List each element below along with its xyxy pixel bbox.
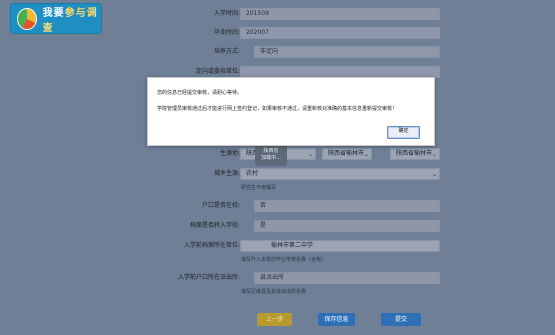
logo-text: 我要参与调查 [42,7,98,34]
dialog-message-line2: 学院管理员审核通过后才能进行网上签约登记，如果审核不通过，请重新核对准确的基本信… [157,106,398,112]
origin-city-select[interactable]: 陕西省榆林市 ⌄ [322,148,372,160]
urban-rural-select[interactable]: 农村 ⌄ [240,168,440,180]
loading-province: 陕西省 [263,148,279,154]
grad-time-input[interactable]: 202007 [240,27,440,39]
urban-rural-label: 城乡生源: [213,170,240,177]
hukou-place-input[interactable]: 县派出所 [254,272,440,284]
pie-chart-icon [17,7,37,30]
prev-step-button[interactable]: 上一步 [257,313,292,326]
hukou-place-label: 入学前户口所在派出所: [177,274,240,281]
archive-unit-hint: 填写升入本校前毕业学校名称（全称） [241,257,327,263]
transfer-student-label: 档案是否转入学校: [189,222,240,229]
grad-time-label: 毕业时间: [213,29,240,36]
hukou-transfer-label: 户口是否在校: [201,202,240,209]
entry-time-input[interactable]: 201509 [240,8,440,20]
archive-unit-input[interactable]: 榆林市第二中学 [240,240,440,252]
archive-unit-label: 入学前档案所在单位: [183,242,240,249]
hukou-place-hint: 填写区或县及具体派出所名称 [241,289,307,295]
chevron-down-icon: ⌄ [431,151,437,158]
save-info-button[interactable]: 保存信息 [318,313,355,326]
transfer-student-select[interactable]: 是 [254,220,440,232]
origin-label: 生源地: [219,150,240,157]
entry-time-label: 入学时间: [213,10,240,17]
ok-button[interactable]: 确定 [387,126,420,139]
survey-logo[interactable]: 我要参与调查 [10,3,102,34]
loading-text: 加载中... [261,155,281,161]
hukou-transfer-select[interactable]: 否 [254,200,440,212]
training-label: 培养方式: [213,48,240,55]
chevron-down-icon: ⌄ [431,171,437,178]
training-input[interactable]: 非定向 [254,46,440,58]
chevron-down-icon: ⌄ [307,151,313,158]
origin-county-select[interactable]: 陕西省榆林市 ⌄ [390,148,440,160]
chevron-down-icon: ⌄ [363,151,369,158]
alert-dialog: 您的信息已经提交审核，请耐心等待。 学院管理员审核通过后才能进行网上签约登记，如… [147,77,435,146]
dialog-message-line1: 您的信息已经提交审核，请耐心等待。 [157,90,243,96]
submit-button[interactable]: 提交 [381,313,421,326]
urban-rural-hint: 研究生不用填写 [241,185,277,191]
page-background: 我要参与调查 入学时间: 201509 毕业时间: 202007 培养方式: 非… [0,0,555,335]
